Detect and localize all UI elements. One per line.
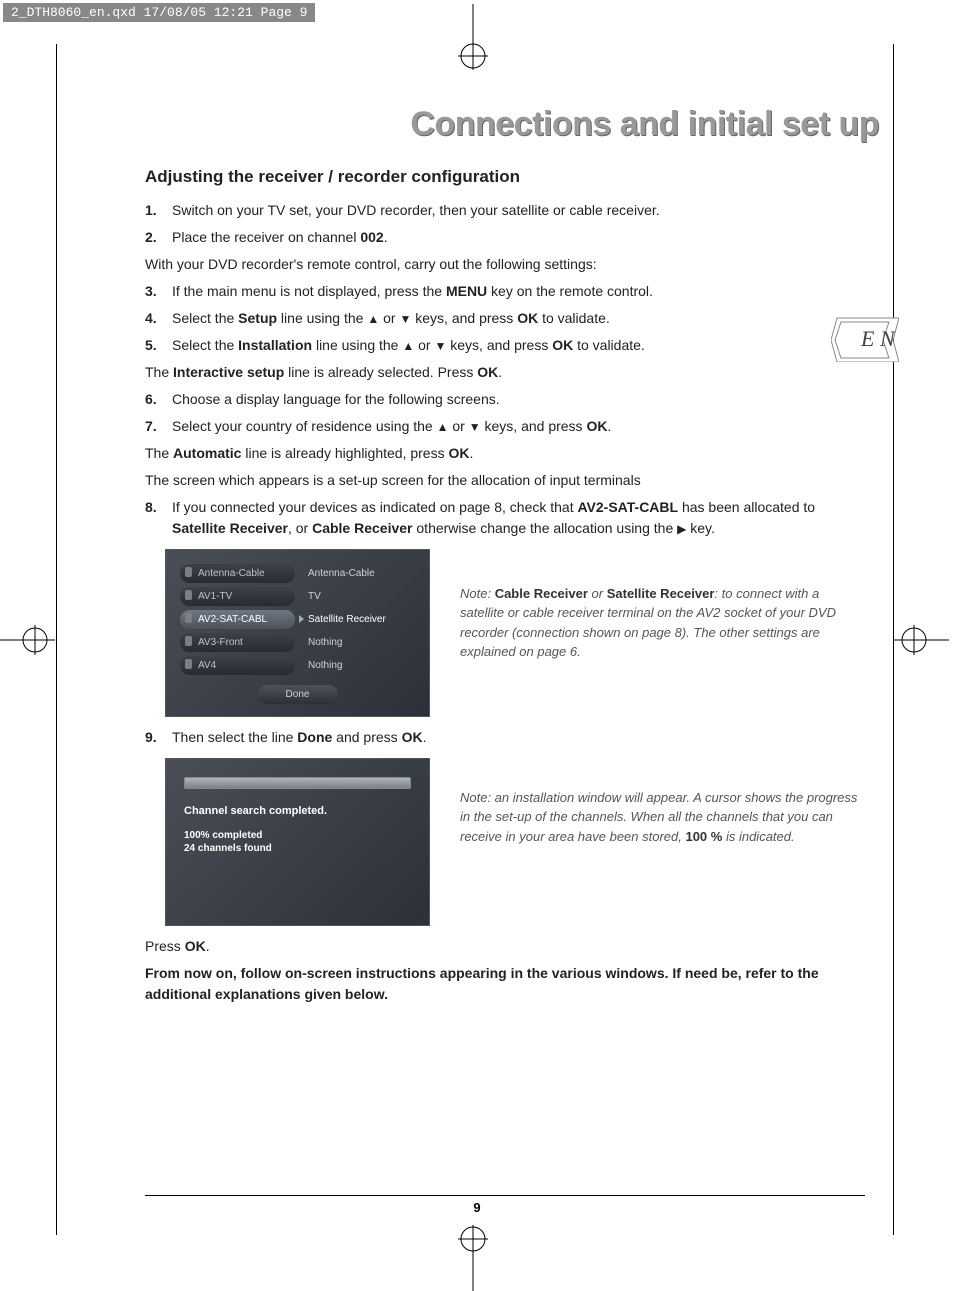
step-text: Place the receiver on channel 002. — [172, 227, 388, 248]
step-1: 1. Switch on your TV set, your DVD recor… — [145, 200, 865, 221]
input-label: AV1-TV — [180, 587, 295, 606]
step-6: 6. Choose a display language for the fol… — [145, 389, 865, 410]
down-arrow-icon: ▼ — [399, 313, 411, 325]
step-2: 2. Place the receiver on channel 002. — [145, 227, 865, 248]
input-label: AV4 — [180, 656, 295, 675]
trim-line-right — [893, 44, 894, 1235]
step-4: 4. Select the Setup line using the ▲ or … — [145, 308, 865, 329]
input-value: Nothing — [308, 658, 342, 673]
subsection-title: Adjusting the receiver / recorder config… — [145, 164, 865, 190]
input-value: Antenna-Cable — [308, 566, 375, 581]
paragraph: The Interactive setup line is already se… — [145, 362, 865, 383]
footer-rule — [145, 1195, 865, 1196]
input-row: Antenna-Cable Antenna-Cable — [180, 564, 415, 583]
step-text: If you connected your devices as indicat… — [172, 497, 865, 539]
input-label: Antenna-Cable — [180, 564, 295, 583]
note-1: Note: Cable Receiver or Satellite Receiv… — [460, 549, 865, 662]
right-arrow-icon: ▶ — [677, 523, 686, 535]
paragraph: Press OK. — [145, 936, 865, 957]
input-row: AV4 Nothing — [180, 656, 415, 675]
language-text: E N — [860, 326, 896, 351]
step-text: Then select the line Done and press OK. — [172, 727, 426, 748]
step-num: 1. — [145, 200, 172, 221]
page-number: 9 — [0, 1200, 954, 1215]
step-text: Select your country of residence using t… — [172, 416, 611, 437]
input-row: AV2-SAT-CABL Satellite Receiver — [180, 610, 415, 629]
down-arrow-icon: ▼ — [469, 421, 481, 433]
step-num: 3. — [145, 281, 172, 302]
embed-row-1: Antenna-Cable Antenna-Cable AV1-TV TV AV2-SA… — [145, 549, 865, 717]
input-value: TV — [308, 589, 321, 604]
down-arrow-icon: ▼ — [434, 340, 446, 352]
step-text: Choose a display language for the follow… — [172, 389, 500, 410]
input-allocation-screenshot: Antenna-Cable Antenna-Cable AV1-TV TV AV2-SA… — [165, 549, 430, 717]
step-num: 4. — [145, 308, 172, 329]
up-arrow-icon: ▲ — [367, 313, 379, 325]
search-stats-text: 100% completed24 channels found — [184, 829, 411, 855]
step-text: Switch on your TV set, your DVD recorder… — [172, 200, 660, 221]
input-value: Satellite Receiver — [308, 612, 386, 627]
step-text: Select the Setup line using the ▲ or ▼ k… — [172, 308, 610, 329]
note-2: Note: an installation window will appear… — [460, 758, 865, 847]
step-num: 9. — [145, 727, 172, 748]
step-text: Select the Installation line using the ▲… — [172, 335, 645, 356]
step-8: 8. If you connected your devices as indi… — [145, 497, 865, 539]
selection-arrow-icon — [299, 615, 304, 623]
step-num: 8. — [145, 497, 172, 539]
input-value: Nothing — [308, 635, 342, 650]
step-num: 7. — [145, 416, 172, 437]
paragraph: The screen which appears is a set-up scr… — [145, 470, 865, 491]
step-5: 5. Select the Installation line using th… — [145, 335, 865, 356]
embed-row-2: Channel search completed. 100% completed… — [145, 758, 865, 926]
input-label: AV2-SAT-CABL — [180, 610, 295, 629]
step-num: 5. — [145, 335, 172, 356]
content-column: Adjusting the receiver / recorder config… — [145, 164, 865, 1011]
paragraph: With your DVD recorder's remote control,… — [145, 254, 865, 275]
page-title: Connections and initial set up — [410, 105, 879, 144]
step-3: 3. If the main menu is not displayed, pr… — [145, 281, 865, 302]
paragraph: The Automatic line is already highlighte… — [145, 443, 865, 464]
crop-mark-bottom — [438, 1221, 508, 1291]
progress-bar — [184, 777, 411, 789]
up-arrow-icon: ▲ — [402, 340, 414, 352]
crop-mark-right — [894, 613, 949, 668]
up-arrow-icon: ▲ — [437, 421, 449, 433]
final-instruction: From now on, follow on-screen instructio… — [145, 963, 865, 1005]
print-header: 2_DTH8060_en.qxd 17/08/05 12:21 Page 9 — [3, 3, 315, 22]
step-num: 6. — [145, 389, 172, 410]
search-completed-text: Channel search completed. — [184, 803, 411, 820]
input-row: AV3-Front Nothing — [180, 633, 415, 652]
trim-line-left — [56, 44, 57, 1235]
crop-mark-left — [0, 613, 55, 668]
input-label: AV3-Front — [180, 633, 295, 652]
channel-search-screenshot: Channel search completed. 100% completed… — [165, 758, 430, 926]
crop-mark-top — [438, 4, 508, 74]
input-row: AV1-TV TV — [180, 587, 415, 606]
step-text: If the main menu is not displayed, press… — [172, 281, 653, 302]
step-9: 9. Then select the line Done and press O… — [145, 727, 865, 748]
step-7: 7. Select your country of residence usin… — [145, 416, 865, 437]
step-num: 2. — [145, 227, 172, 248]
done-button: Done — [258, 685, 338, 704]
